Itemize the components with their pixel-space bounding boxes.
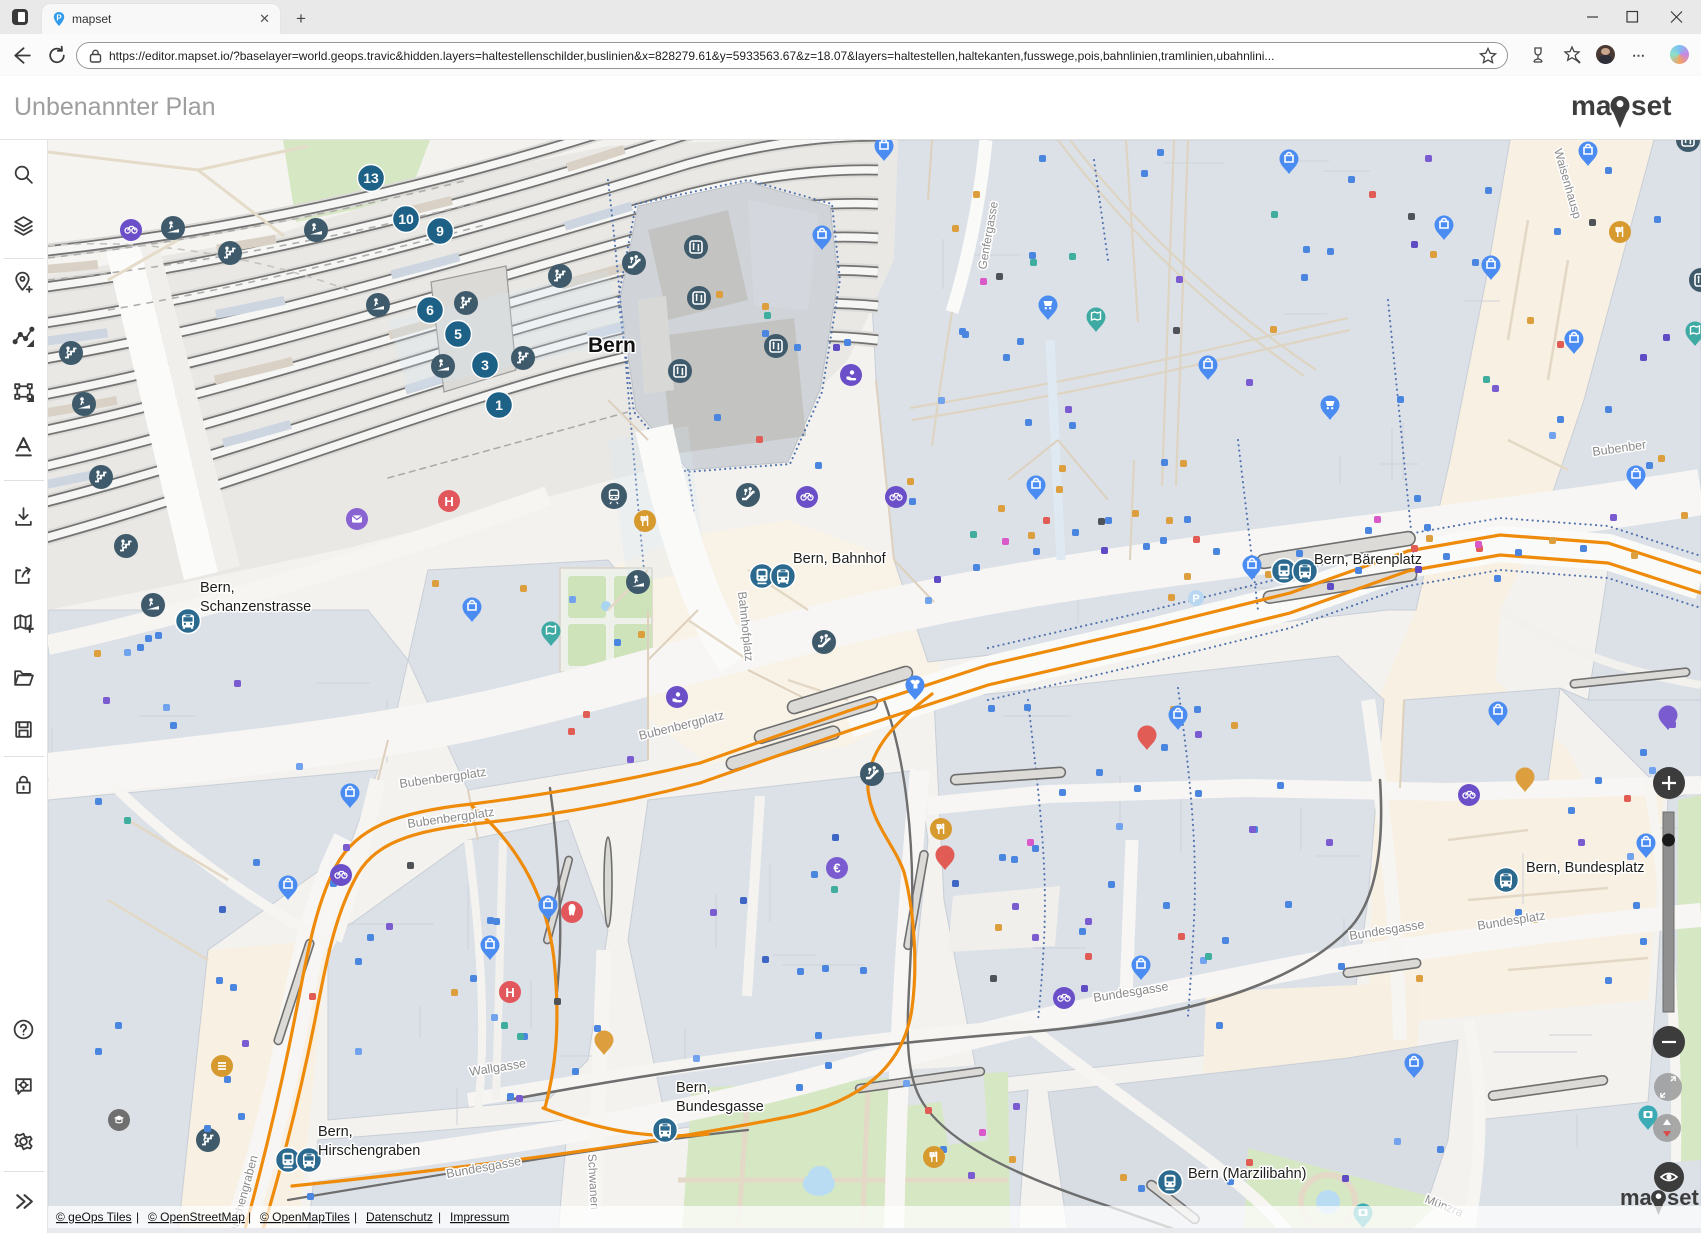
svg-text:H: H [505,985,514,1000]
svg-text:Bern, Bahnhof: Bern, Bahnhof [793,551,887,567]
svg-text:Schanzenstrasse: Schanzenstrasse [200,599,311,615]
svg-text:3: 3 [481,357,489,373]
svg-text:P: P [1192,593,1199,605]
svg-text:Bern,: Bern, [318,1124,353,1140]
svg-text:13: 13 [363,170,379,186]
svg-text:H: H [444,494,453,509]
svg-text:Impressum: Impressum [450,1210,509,1224]
svg-text:9: 9 [436,223,444,239]
svg-text:1: 1 [495,397,503,413]
svg-text:6: 6 [426,302,434,318]
svg-text:Datenschutz: Datenschutz [366,1210,433,1224]
svg-text:10: 10 [398,211,414,227]
svg-text:|: | [248,1210,251,1224]
svg-text:Bundesgasse: Bundesgasse [676,1099,764,1115]
svg-text:Hirschengraben: Hirschengraben [318,1143,420,1159]
svg-text:ma: ma [1571,90,1612,121]
svg-text:|: | [136,1210,139,1224]
svg-text:|: | [354,1210,357,1224]
svg-text:Bern (Marzilibahn): Bern (Marzilibahn) [1188,1166,1306,1182]
svg-text:P: P [56,14,62,23]
svg-text:€: € [833,861,840,876]
svg-text:Bern, Bärenplatz: Bern, Bärenplatz [1314,552,1422,568]
svg-text:Schwanen: Schwanen [585,1153,602,1210]
svg-text:© geOps Tiles: © geOps Tiles [56,1210,132,1224]
svg-text:© OpenMapTiles: © OpenMapTiles [260,1210,350,1224]
svg-text:© OpenStreetMap: © OpenStreetMap [148,1210,245,1224]
svg-text:Bern,: Bern, [676,1080,711,1096]
svg-text:Bern, Bundesplatz: Bern, Bundesplatz [1526,860,1645,876]
svg-text:Bern: Bern [588,334,636,357]
svg-text:5: 5 [454,326,462,342]
svg-text:set: set [1631,90,1671,121]
svg-text:|: | [438,1210,441,1224]
svg-text:Bern,: Bern, [200,580,235,596]
